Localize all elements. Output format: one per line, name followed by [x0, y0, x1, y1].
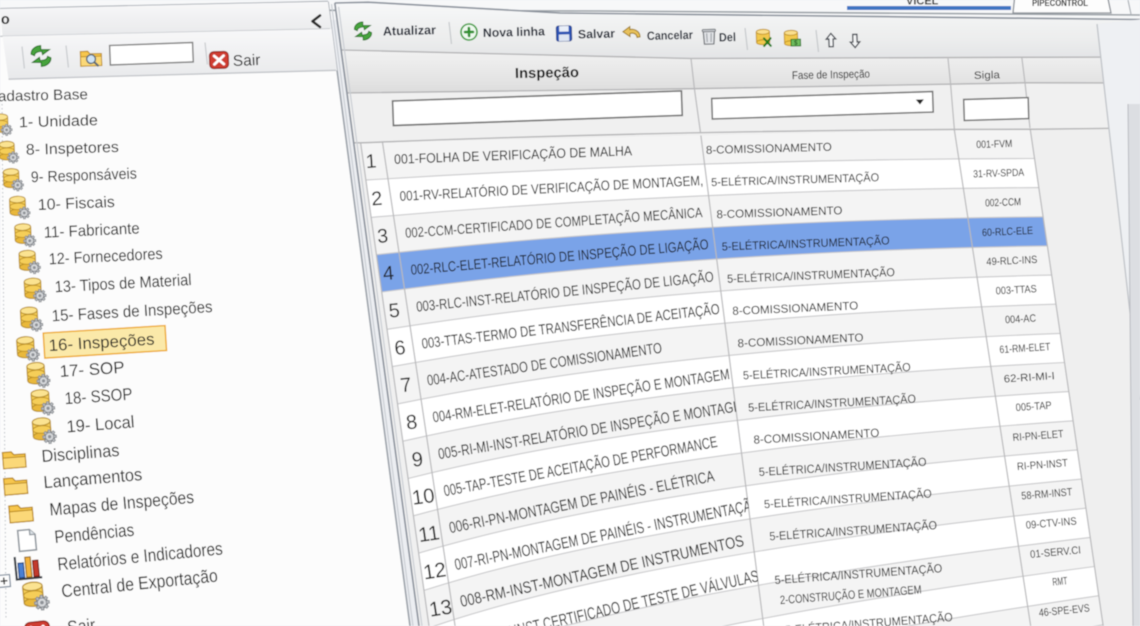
svg-text:11: 11 — [417, 521, 441, 547]
svg-text:Fase de Inspeção: Fase de Inspeção — [792, 68, 870, 82]
svg-text:12: 12 — [422, 558, 448, 584]
svg-text:10: 10 — [411, 485, 436, 510]
svg-text:Inspeção: Inspeção — [515, 65, 579, 82]
svg-text:2: 2 — [371, 188, 384, 211]
svg-text:1: 1 — [365, 150, 377, 173]
svg-text:31-RV-SPDA: 31-RV-SPDA — [973, 168, 1024, 181]
svg-text:6: 6 — [393, 337, 406, 360]
svg-text:8- Inspetores: 8- Inspetores — [26, 139, 120, 159]
svg-text:$: $ — [794, 40, 798, 47]
svg-text:003-TTAS: 003-TTAS — [995, 283, 1037, 297]
svg-text:Nova linha: Nova linha — [483, 24, 546, 40]
svg-text:1- Unidade: 1- Unidade — [19, 112, 98, 131]
svg-text:60-RLC-ELE: 60-RLC-ELE — [982, 225, 1033, 239]
svg-text:13: 13 — [427, 595, 453, 621]
svg-text:o: o — [1, 12, 10, 28]
svg-text:RMT: RMT — [1052, 575, 1068, 588]
svg-text:49-RLC-INS: 49-RLC-INS — [986, 254, 1038, 268]
svg-text:10- Fiscais: 10- Fiscais — [37, 194, 115, 214]
svg-text:5: 5 — [388, 300, 401, 323]
svg-text:Sair: Sair — [66, 614, 96, 626]
svg-text:Cancelar: Cancelar — [647, 28, 694, 43]
svg-text:4: 4 — [382, 262, 395, 285]
svg-text:005-TAP: 005-TAP — [1015, 400, 1052, 414]
svg-text:Sigla: Sigla — [974, 69, 1000, 82]
svg-text:001-FVM: 001-FVM — [976, 139, 1012, 151]
svg-text:004-AC: 004-AC — [1005, 313, 1037, 327]
svg-text:adastro Base: adastro Base — [0, 87, 88, 105]
svg-text:002-CCM: 002-CCM — [985, 196, 1021, 209]
svg-text:3: 3 — [376, 225, 389, 248]
svg-text:Sair: Sair — [233, 52, 261, 70]
svg-text:Del: Del — [719, 30, 736, 44]
svg-text:Salvar: Salvar — [578, 27, 616, 42]
svg-text:Atualizar: Atualizar — [383, 23, 436, 38]
svg-text:PIPECONTROL: PIPECONTROL — [1032, 0, 1088, 8]
